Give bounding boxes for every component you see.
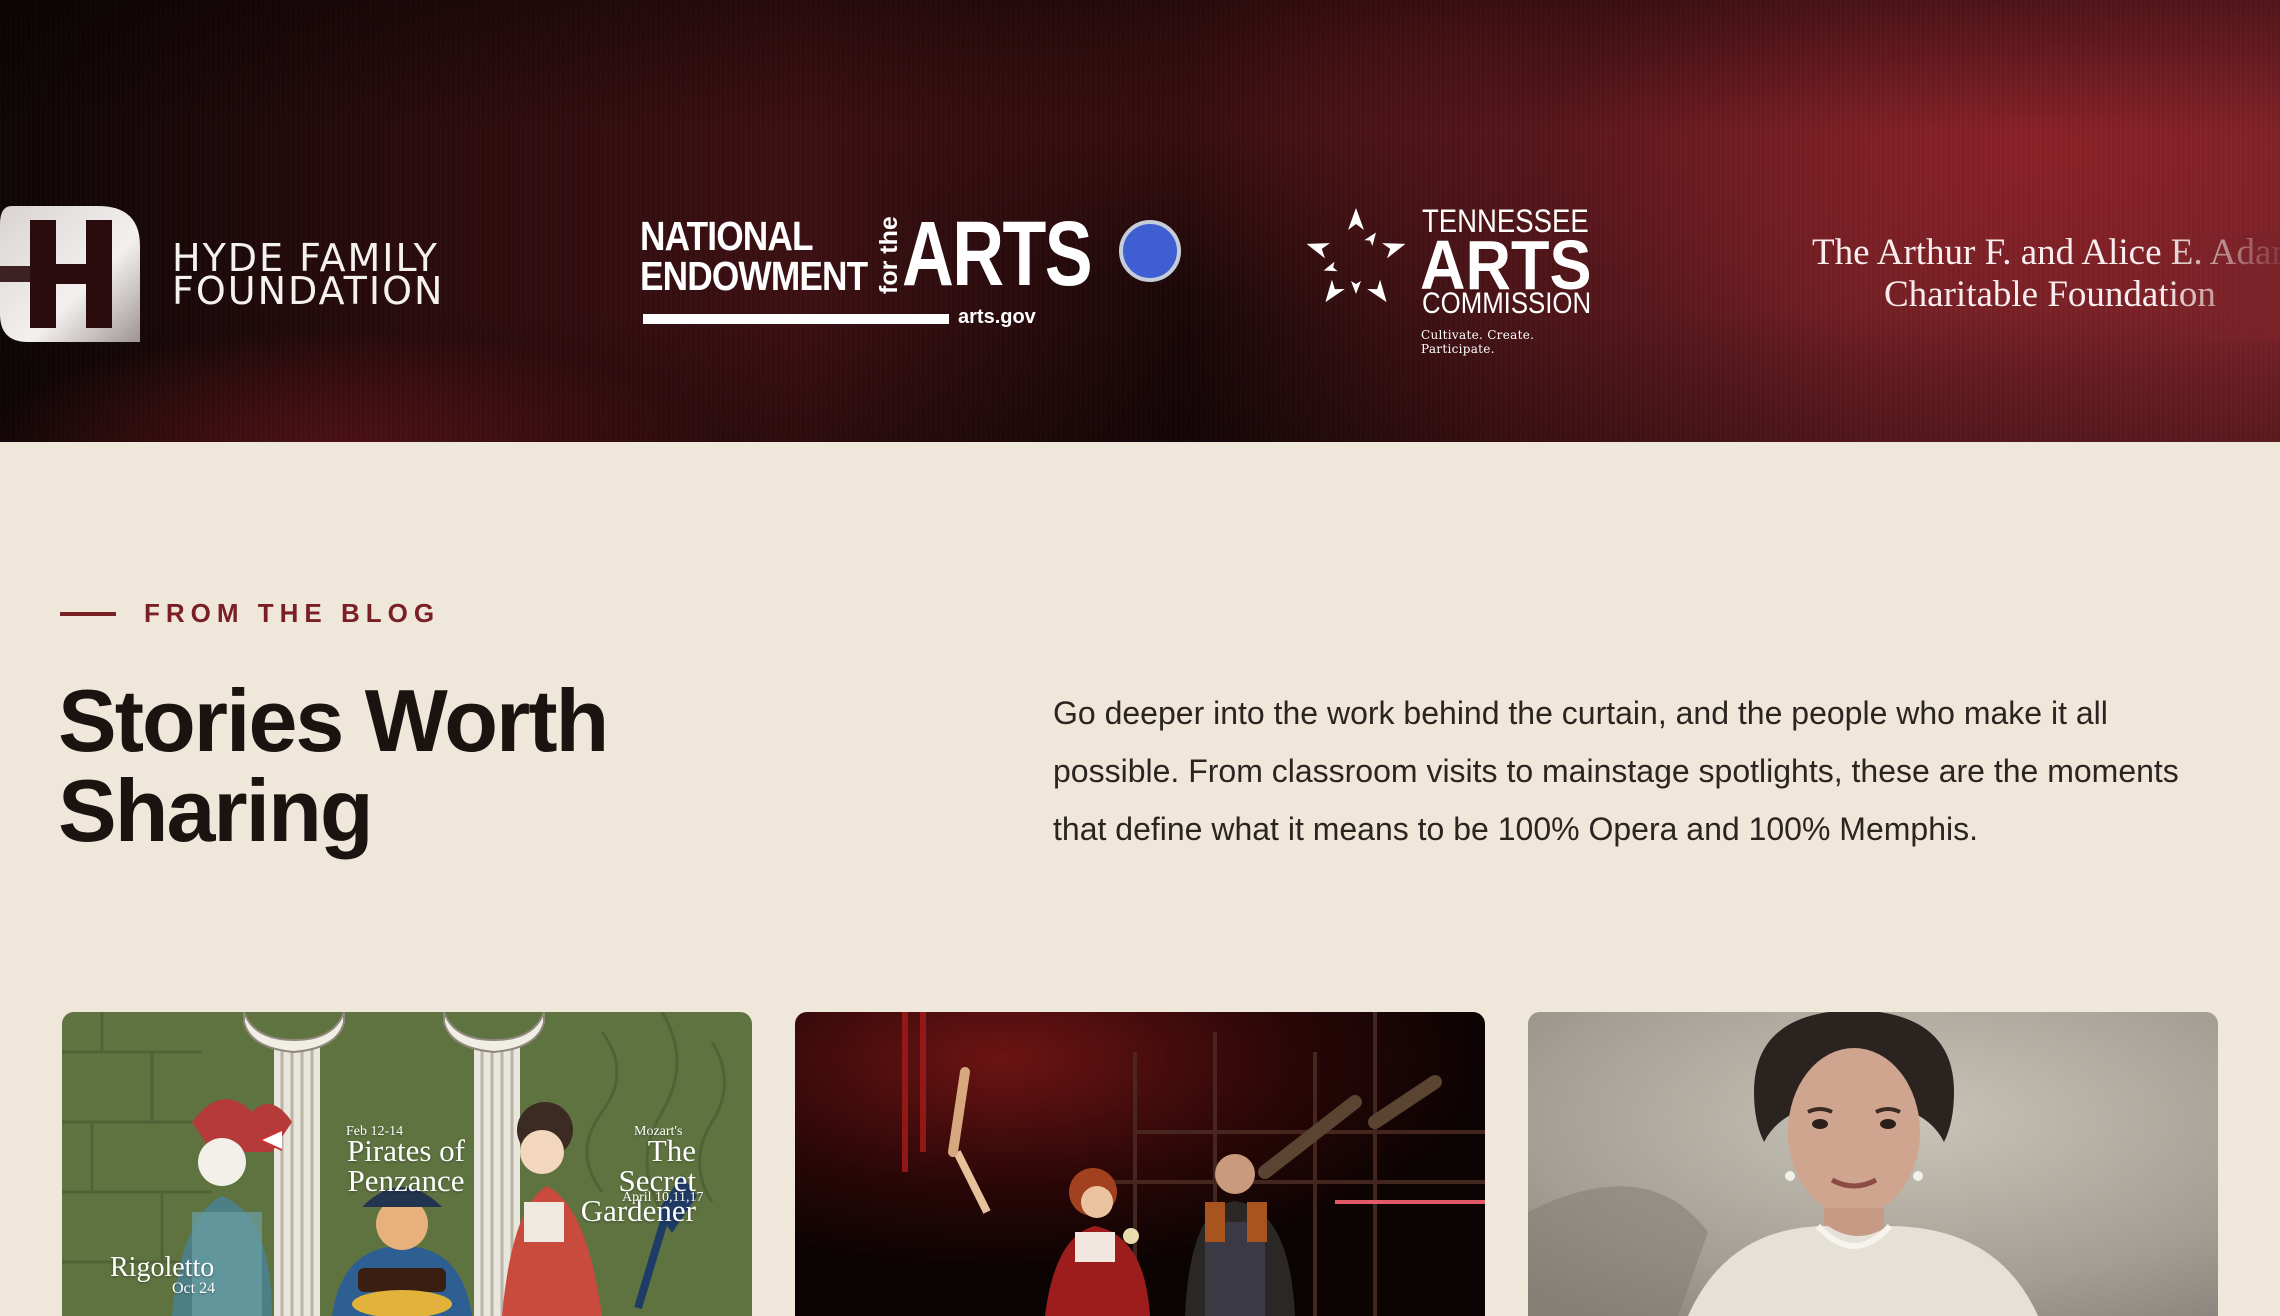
nea-logo-name: NATIONAL ENDOWMENT bbox=[640, 213, 868, 299]
tac-logo-commission: COMMISSION bbox=[1422, 287, 1592, 320]
adams-logo-line-2: Charitable Foundation bbox=[1884, 274, 2216, 315]
carousel-dot[interactable] bbox=[1119, 220, 1181, 282]
poster-rigoletto-date: Oct 24 bbox=[172, 1280, 216, 1297]
hyde-family-foundation-logo[interactable]: HYDE FAMILY FOUNDATION bbox=[0, 206, 480, 342]
blog-card-vintage-portrait[interactable] bbox=[1528, 1012, 2218, 1316]
blog-eyebrow: FROM THE BLOG bbox=[60, 598, 440, 629]
adams-foundation-logo[interactable]: The Arthur F. and Alice E. Adams Charita… bbox=[1812, 232, 2280, 342]
eyebrow-label: FROM THE BLOG bbox=[144, 598, 441, 628]
eyebrow-rule bbox=[60, 611, 116, 616]
nea-logo-url: arts.gov bbox=[958, 306, 1036, 328]
nea-logo-arts: ARTS bbox=[902, 203, 1093, 305]
sponsor-carousel: HYDE FAMILY FOUNDATION NATIONAL ENDOWMEN… bbox=[0, 0, 2280, 442]
adams-logo-line-1: The Arthur F. and Alice E. Adams bbox=[1812, 232, 2280, 273]
blog-card-stage-photo[interactable] bbox=[795, 1012, 1485, 1316]
tac-starburst-icon bbox=[1306, 208, 1406, 303]
poster-pirates-title: Pirates of Penzance bbox=[347, 1133, 465, 1198]
tennessee-arts-commission-logo[interactable]: TENNESSEE ARTS COMMISSION Cultivate. Cre… bbox=[1300, 204, 1600, 356]
stage-performance-image bbox=[795, 1012, 1485, 1316]
hyde-logo-text: HYDE FAMILY FOUNDATION bbox=[172, 236, 445, 313]
tac-logo-tagline: Cultivate. Create. Participate. bbox=[1421, 328, 1535, 356]
blog-card-season-poster[interactable]: Feb 12-14 Pirates of Penzance Mozart's T… bbox=[62, 1012, 752, 1316]
hyde-h-logo-icon bbox=[0, 206, 140, 342]
blog-card-grid: Feb 12-14 Pirates of Penzance Mozart's T… bbox=[62, 1012, 2218, 1316]
poster-gardener-date: April 10,11,17 bbox=[622, 1190, 704, 1205]
section-heading: Stories Worth Sharing bbox=[58, 671, 609, 860]
nea-logo-underline bbox=[643, 314, 949, 324]
nea-logo-for-the: for the bbox=[875, 216, 903, 294]
section-intro: Go deeper into the work behind the curta… bbox=[1053, 695, 2179, 847]
nea-logo[interactable]: NATIONAL ENDOWMENT for the ARTS arts.gov bbox=[640, 206, 1093, 334]
poster-gardener-title: The Secret Gardener bbox=[580, 1133, 696, 1228]
vintage-portrait-image bbox=[1528, 1012, 2218, 1316]
